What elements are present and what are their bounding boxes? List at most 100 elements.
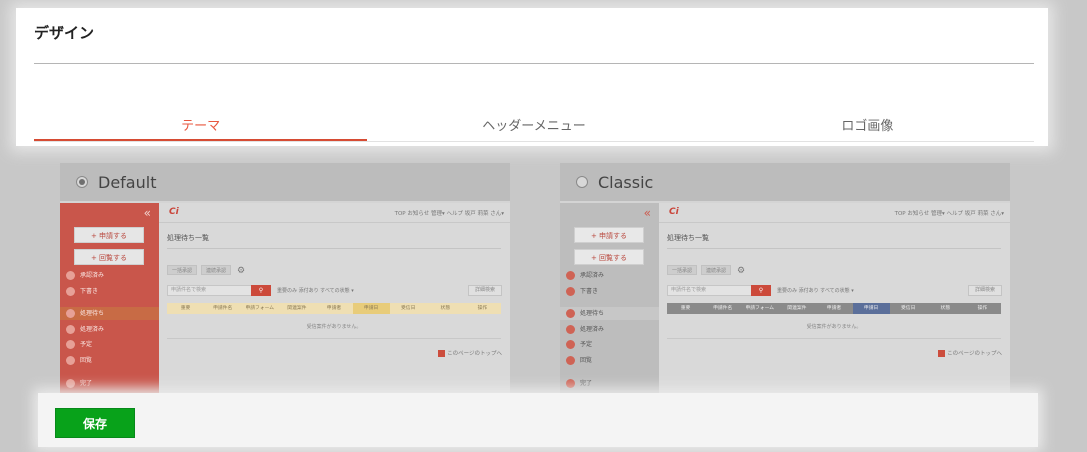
theme-card-header[interactable]: Classic (560, 163, 1010, 201)
preview-divider (167, 248, 501, 249)
preview-sidebar: « + 申請する + 回覧する 承認済み 下書き 処理待ち 処理済み 予定 回覧… (60, 203, 159, 395)
pencil-icon (566, 287, 575, 296)
theme-card-header[interactable]: Default (60, 163, 510, 201)
footer-bar: 保存 (38, 393, 1038, 447)
preview-main: Ci TOP お知らせ 管理▾ ヘルプ 坂戸 莉菜 さん▾ 処理待ち一覧 一括承… (659, 203, 1010, 395)
toggle-icon (66, 356, 75, 365)
preview-main: Ci TOP お知らせ 管理▾ ヘルプ 坂戸 莉菜 さん▾ 処理待ち一覧 一括承… (159, 203, 510, 395)
col-header: 申請フォーム (745, 306, 775, 311)
preview-logo: Ci (169, 207, 179, 217)
preview-circulate-button: + 回覧する (74, 249, 144, 265)
col-header: 受信日 (901, 306, 916, 311)
page-title: デザイン (34, 24, 95, 42)
preview-table-header: 重要 申請件名 申請フォーム 関連案件 申請者 申請日 受信日 状態 操作 (167, 303, 501, 314)
pencil-icon (66, 287, 75, 296)
preview-bulk-approve-button: 一括承認 (167, 265, 197, 275)
col-header: 関連案件 (287, 306, 307, 311)
arrow-up-icon (438, 350, 446, 357)
theme-name: Default (98, 172, 157, 192)
preview-empty-message: 受信案件がありません。 (306, 324, 362, 330)
col-header: 操作 (477, 306, 488, 311)
tab-theme[interactable]: テーマ (34, 112, 368, 141)
preview-sidebar-item-active: 処理待ち (60, 307, 159, 320)
preview-sidebar-item: 回覧 (66, 354, 156, 367)
approved-icon (66, 271, 75, 280)
col-header: 状態 (440, 306, 451, 311)
approved-icon (566, 271, 575, 280)
preview-search-input: 申請件名で検索 (167, 285, 259, 296)
search-icon: ⚲ (251, 285, 271, 296)
preview-detail-search-button: 詳細検索 (968, 285, 1002, 296)
preview-page-title: 処理待ち一覧 (667, 234, 709, 242)
preview-sidebar-item: 承認済み (66, 269, 156, 282)
gear-icon: ⚙ (737, 266, 746, 276)
preview-continuous-approve-button: 連続承認 (701, 265, 731, 275)
col-header: 重要 (680, 306, 691, 311)
check-icon (66, 379, 75, 388)
preview-sidebar-item: 完了 (66, 377, 156, 390)
col-header: 受信日 (401, 306, 416, 311)
preview-sidebar: « + 申請する + 回覧する 承認済み 下書き 処理待ち 処理済み 予定 回覧… (560, 203, 659, 395)
col-header: 申請フォーム (245, 306, 275, 311)
toggle-icon (566, 356, 575, 365)
design-tabs: テーマ ヘッダーメニュー ロゴ画像 (34, 112, 1034, 142)
preview-divider (667, 248, 1001, 249)
preview-page-top-link: このページのトップへ (938, 349, 1002, 357)
col-header: 申請件名 (713, 306, 733, 311)
col-header: 重要 (180, 306, 191, 311)
preview-topbar: Ci TOP お知らせ 管理▾ ヘルプ 坂戸 莉菜 さん▾ (159, 203, 510, 223)
calendar-icon (66, 340, 75, 349)
preview-apply-button: + 申請する (74, 227, 144, 243)
radio-selected-dot (79, 179, 85, 185)
preview-bulk-approve-button: 一括承認 (667, 265, 697, 275)
col-header: 状態 (940, 306, 951, 311)
preview-sidebar-item: 処理済み (566, 323, 656, 336)
preview-page-top-link: このページのトップへ (438, 349, 502, 357)
collapse-chevron-icon: « (643, 206, 651, 220)
preview-page-title: 処理待ち一覧 (167, 234, 209, 242)
theme-preview: « + 申請する + 回覧する 承認済み 下書き 処理待ち 処理済み 予定 回覧… (560, 203, 1010, 395)
theme-radio-classic[interactable] (576, 176, 588, 188)
preview-sidebar-item-active: 処理待ち (560, 307, 659, 320)
collapse-chevron-icon: « (143, 206, 151, 220)
preview-topnav: TOP お知らせ 管理▾ ヘルプ 坂戸 莉菜 さん▾ (394, 211, 504, 217)
gear-icon: ⚙ (237, 266, 246, 276)
theme-option-default[interactable]: Default « + 申請する + 回覧する 承認済み 下書き 処理待ち 処理… (60, 163, 510, 395)
preview-continuous-approve-button: 連続承認 (201, 265, 231, 275)
preview-table-divider (167, 338, 501, 339)
preview-filters: 重要のみ 添付あり すべての状態 ▾ (277, 288, 354, 294)
preview-filters: 重要のみ 添付あり すべての状態 ▾ (777, 288, 854, 294)
preview-circulate-button: + 回覧する (574, 249, 644, 265)
calendar-icon (566, 340, 575, 349)
inbox-icon (566, 309, 575, 318)
col-header: 関連案件 (787, 306, 807, 311)
preview-logo: Ci (669, 207, 679, 217)
preview-table-header: 重要 申請件名 申請フォーム 関連案件 申請者 申請日 受信日 状態 操作 (667, 303, 1001, 314)
col-header: 申請者 (826, 306, 842, 311)
preview-search-input: 申請件名で検索 (667, 285, 759, 296)
preview-sidebar-item: 承認済み (566, 269, 656, 282)
theme-preview: « + 申請する + 回覧する 承認済み 下書き 処理待ち 処理済み 予定 回覧… (60, 203, 510, 395)
preview-topbar: Ci TOP お知らせ 管理▾ ヘルプ 坂戸 莉菜 さん▾ (659, 203, 1010, 223)
preview-sidebar-item: 処理済み (66, 323, 156, 336)
arrow-up-icon (938, 350, 946, 357)
save-button[interactable]: 保存 (55, 408, 135, 438)
tab-logo-image[interactable]: ロゴ画像 (701, 112, 1034, 141)
col-header: 申請者 (326, 306, 342, 311)
preview-sidebar-item: 予定 (66, 338, 156, 351)
preview-sidebar-item: 下書き (66, 285, 156, 298)
col-header-active: 申請日 (352, 303, 390, 314)
preview-apply-button: + 申請する (574, 227, 644, 243)
search-icon: ⚲ (751, 285, 771, 296)
col-header: 申請件名 (213, 306, 233, 311)
col-header-active: 申請日 (852, 303, 890, 314)
theme-option-classic[interactable]: Classic « + 申請する + 回覧する 承認済み 下書き 処理待ち 処理… (560, 163, 1010, 395)
tab-header-menu[interactable]: ヘッダーメニュー (367, 112, 700, 141)
theme-name: Classic (598, 172, 654, 192)
design-header-panel: デザイン テーマ ヘッダーメニュー ロゴ画像 (16, 8, 1048, 146)
preview-sidebar-item: 回覧 (566, 354, 656, 367)
preview-detail-search-button: 詳細検索 (468, 285, 502, 296)
done-icon (66, 325, 75, 334)
preview-sidebar-item: 下書き (566, 285, 656, 298)
theme-radio-default[interactable] (76, 176, 88, 188)
